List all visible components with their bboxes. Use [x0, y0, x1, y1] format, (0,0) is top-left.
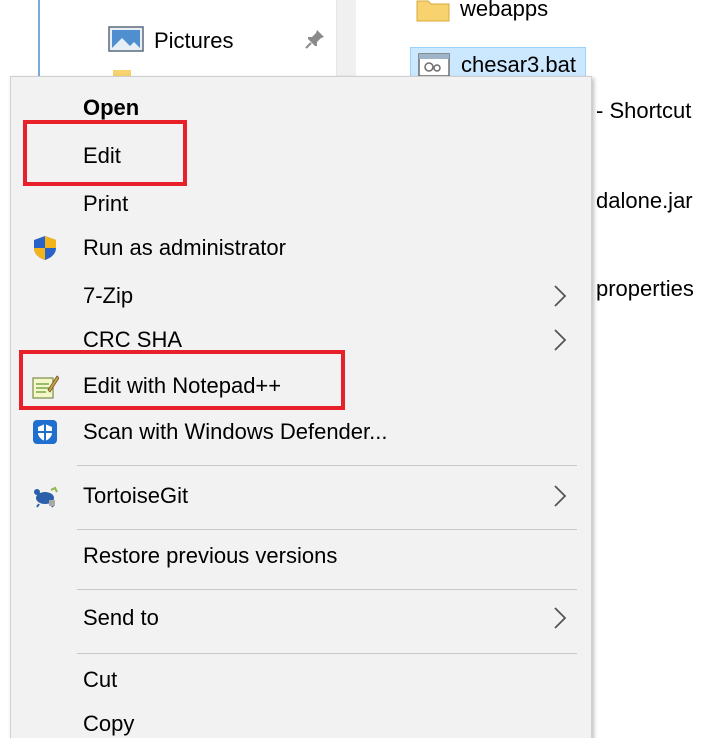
submenu-chevron-icon [554, 329, 567, 351]
highlight-box-edit-notepadpp [19, 350, 345, 410]
file-name-partial: properties [596, 276, 694, 301]
menu-item-label: Run as administrator [83, 235, 286, 260]
pin-icon[interactable] [304, 28, 326, 50]
tortoisegit-icon [34, 486, 58, 508]
menu-item-cut[interactable]: Cut [11, 657, 591, 703]
menu-item-label: 7-Zip [83, 283, 134, 308]
menu-item-print[interactable]: Print [11, 181, 591, 227]
pictures-folder-icon [108, 26, 144, 52]
menu-item-copy[interactable]: Copy [11, 701, 591, 738]
menu-separator [77, 589, 577, 590]
menu-separator [77, 465, 577, 466]
submenu-chevron-icon [554, 485, 567, 507]
submenu-chevron-icon [554, 285, 567, 307]
nav-item-pictures[interactable]: Pictures [108, 20, 348, 60]
folder-icon [416, 0, 450, 22]
menu-item-label: Print [83, 191, 129, 216]
menu-separator [77, 529, 577, 530]
file-name-partial: dalone.jar [596, 188, 693, 213]
uac-shield-icon [34, 236, 56, 260]
menu-item-7zip[interactable]: 7-Zip [11, 273, 591, 319]
menu-item-label: Copy [83, 711, 135, 736]
menu-item-send-to[interactable]: Send to [11, 595, 591, 641]
menu-item-restore-previous-versions[interactable]: Restore previous versions [11, 533, 591, 579]
menu-separator [77, 653, 577, 654]
menu-item-run-as-administrator[interactable]: Run as administrator [11, 225, 591, 271]
menu-item-label: Restore previous versions [83, 543, 338, 568]
menu-item-label: Scan with Windows Defender... [83, 419, 388, 444]
submenu-chevron-icon [554, 607, 567, 629]
file-name: webapps [460, 0, 549, 21]
menu-item-label: Send to [83, 605, 159, 630]
nav-item-label: Pictures [154, 28, 234, 53]
nav-pane-border [38, 0, 40, 78]
menu-item-tortoisegit[interactable]: TortoiseGit [11, 473, 591, 519]
batch-file-icon [418, 53, 450, 77]
windows-defender-icon [33, 420, 57, 444]
file-row-webapps[interactable]: webapps [410, 0, 700, 26]
file-name-partial: - Shortcut [596, 98, 692, 123]
menu-item-scan-with-defender[interactable]: Scan with Windows Defender... [11, 409, 591, 455]
menu-item-label: TortoiseGit [83, 483, 189, 508]
file-name: chesar3.bat [461, 52, 576, 77]
menu-item-label: Cut [83, 667, 118, 692]
highlight-box-edit [23, 120, 187, 186]
menu-item-label: Open [83, 95, 140, 120]
